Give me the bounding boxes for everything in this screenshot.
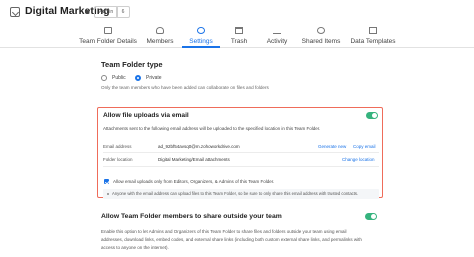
warning-banner: Anyone with the email address can upload… [103,189,379,199]
tab-label: Shared Items [301,38,341,45]
change-location-link[interactable]: Change location [342,157,375,162]
members-icon [156,27,164,34]
radio-public-label: Public [112,74,126,81]
data-templates-icon [369,27,377,34]
tab-trash[interactable]: Trash [224,24,254,48]
details-icon [104,27,112,34]
email-uploads-toggle[interactable] [366,112,378,119]
activity-icon [273,27,281,34]
tab-label: Activity [266,38,288,45]
folder-location-label: Folder location [103,157,133,162]
folder-location-value: Digital Marketing/Email attachments [158,157,230,162]
role-badge[interactable]: Admin [94,6,119,18]
tab-activity[interactable]: Activity [262,24,292,48]
radio-private[interactable]: Private [135,73,162,82]
members-count-badge[interactable]: 6 [116,6,130,18]
tab-label: Team Folder Details [79,38,137,45]
share-outside-description-line-3: access to anyone on the internet). [101,245,169,250]
tab-shared-items[interactable]: Shared Items [300,24,342,48]
email-uploads-panel: Allow file uploads via email Attachments… [97,107,383,199]
tab-bar: Team Folder Details Members Settings Tra… [0,24,474,48]
top-bar: Digital Marketing Admin 6 [0,0,474,24]
tab-settings[interactable]: Settings [182,24,220,48]
tab-members[interactable]: Members [142,24,178,48]
restrict-uploads-label: Allow email uploads only from Editors, O… [113,179,275,184]
radio-public[interactable]: Public [101,73,126,82]
share-outside-description-line-2: addresses, download links, embed codes, … [101,237,362,242]
copy-email-link[interactable]: Copy email [353,144,376,149]
folder-share-icon [10,7,20,17]
warning-text: Anyone with the email address can upload… [112,191,359,196]
tab-data-templates[interactable]: Data Templates [350,24,396,48]
team-folder-type-note: Only the team members who have been adde… [101,85,269,90]
status-dot-icon [85,10,89,14]
tab-label: Data Templates [350,38,396,45]
bullet-icon [107,193,109,195]
share-outside-toggle[interactable] [365,213,377,220]
email-uploads-description: Attachments sent to the following email … [103,126,321,131]
share-outside-title: Allow Team Folder members to share outsi… [101,213,282,220]
trash-icon [235,27,243,34]
radio-private-circle[interactable] [135,74,141,81]
tab-label: Settings [189,38,213,45]
email-address-value: ad_92bf54avsq0@m.zohoworkdrive.com [158,144,240,149]
generate-new-link[interactable]: Generate new [318,144,346,149]
restrict-uploads-checkbox[interactable] [104,179,109,184]
tab-label: Trash [230,38,248,45]
tab-team-folder-details[interactable]: Team Folder Details [78,24,138,48]
divider [103,152,379,153]
email-address-label: Email address [103,144,132,149]
shared-items-icon [317,27,325,34]
team-folder-type-title: Team Folder type [101,60,163,69]
members-count: 6 [121,9,125,15]
email-uploads-title: Allow file uploads via email [103,112,189,119]
tab-label: Members [146,38,174,45]
radio-private-label: Private [146,74,162,81]
settings-gear-icon [197,27,205,34]
divider [103,166,379,167]
share-outside-description-line-1: Enable this option to let Admins and Org… [101,229,347,234]
radio-public-circle[interactable] [101,74,107,81]
